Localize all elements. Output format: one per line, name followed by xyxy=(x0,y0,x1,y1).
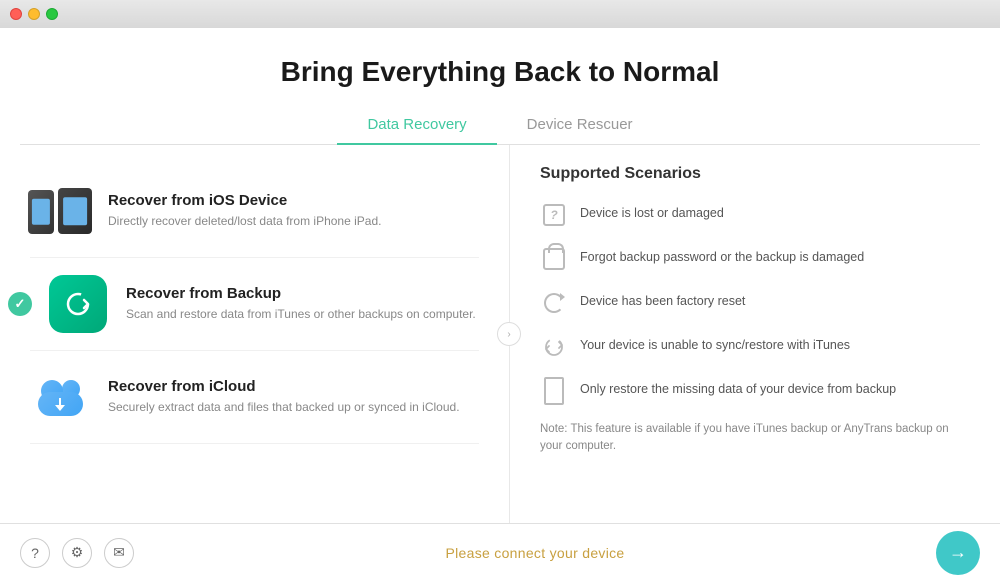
status-text: Please connect your device xyxy=(445,545,624,561)
scenario-sync-text: Your device is unable to sync/restore wi… xyxy=(580,333,850,355)
backup-lock-icon xyxy=(540,245,568,273)
settings-button[interactable]: ⚙ xyxy=(62,538,92,568)
ios-item-title: Recover from iOS Device xyxy=(108,192,381,209)
backup-icon xyxy=(48,274,108,334)
scenario-sync: Your device is unable to sync/restore wi… xyxy=(540,333,970,361)
scenario-lost-damaged: ? Device is lost or damaged xyxy=(540,201,970,229)
scenario-backup-password: Forgot backup password or the backup is … xyxy=(540,245,970,273)
lost-damaged-icon: ? xyxy=(540,201,568,229)
mail-button[interactable]: ✉ xyxy=(104,538,134,568)
scenario-factory-reset-text: Device has been factory reset xyxy=(580,289,745,311)
help-button[interactable]: ? xyxy=(20,538,50,568)
recovery-item-icloud[interactable]: Recover from iCloud Securely extract dat… xyxy=(30,351,479,444)
backup-item-title: Recover from Backup xyxy=(126,285,476,302)
header: Bring Everything Back to Normal Data Rec… xyxy=(0,28,1000,145)
scenario-factory-reset: Device has been factory reset xyxy=(540,289,970,317)
ios-device-icon xyxy=(30,181,90,241)
tab-bar: Data Recovery Device Rescuer xyxy=(20,108,980,145)
backup-item-desc: Scan and restore data from iTunes or oth… xyxy=(126,306,476,323)
window-controls xyxy=(10,8,58,20)
recovery-item-backup[interactable]: Recover from Backup Scan and restore dat… xyxy=(30,258,479,351)
right-panel: Supported Scenarios ? Device is lost or … xyxy=(510,145,1000,523)
main-title: Bring Everything Back to Normal xyxy=(20,56,980,88)
footer: ? ⚙ ✉ Please connect your device → xyxy=(0,523,1000,581)
main-content: Bring Everything Back to Normal Data Rec… xyxy=(0,28,1000,523)
tab-device-rescuer[interactable]: Device Rescuer xyxy=(497,108,663,145)
backup-item-text: Recover from Backup Scan and restore dat… xyxy=(126,285,476,323)
scenario-restore-text: Only restore the missing data of your de… xyxy=(580,377,896,399)
recovery-item-ios[interactable]: Recover from iOS Device Directly recover… xyxy=(30,165,479,258)
factory-reset-icon xyxy=(540,289,568,317)
close-button[interactable] xyxy=(10,8,22,20)
selected-check-icon xyxy=(8,292,32,316)
sync-icon xyxy=(540,333,568,361)
title-bar xyxy=(0,0,1000,28)
note-text: Note: This feature is available if you h… xyxy=(540,421,970,456)
minimize-button[interactable] xyxy=(28,8,40,20)
body-area: Recover from iOS Device Directly recover… xyxy=(0,145,1000,523)
footer-icons: ? ⚙ ✉ xyxy=(20,538,134,568)
icloud-icon xyxy=(30,367,90,427)
icloud-item-text: Recover from iCloud Securely extract dat… xyxy=(108,378,460,416)
maximize-button[interactable] xyxy=(46,8,58,20)
ios-item-desc: Directly recover deleted/lost data from … xyxy=(108,213,381,230)
panel-arrow-icon[interactable]: › xyxy=(497,322,521,346)
tab-data-recovery[interactable]: Data Recovery xyxy=(337,108,496,145)
icloud-item-desc: Securely extract data and files that bac… xyxy=(108,399,460,416)
next-button[interactable]: → xyxy=(936,531,980,575)
ios-item-text: Recover from iOS Device Directly recover… xyxy=(108,192,381,230)
scenario-lost-damaged-text: Device is lost or damaged xyxy=(580,201,724,223)
left-panel: Recover from iOS Device Directly recover… xyxy=(0,145,510,523)
scenario-backup-text: Forgot backup password or the backup is … xyxy=(580,245,864,267)
scenario-restore-missing: Only restore the missing data of your de… xyxy=(540,377,970,405)
restore-missing-icon xyxy=(540,377,568,405)
scenarios-title: Supported Scenarios xyxy=(540,165,970,183)
icloud-item-title: Recover from iCloud xyxy=(108,378,460,395)
